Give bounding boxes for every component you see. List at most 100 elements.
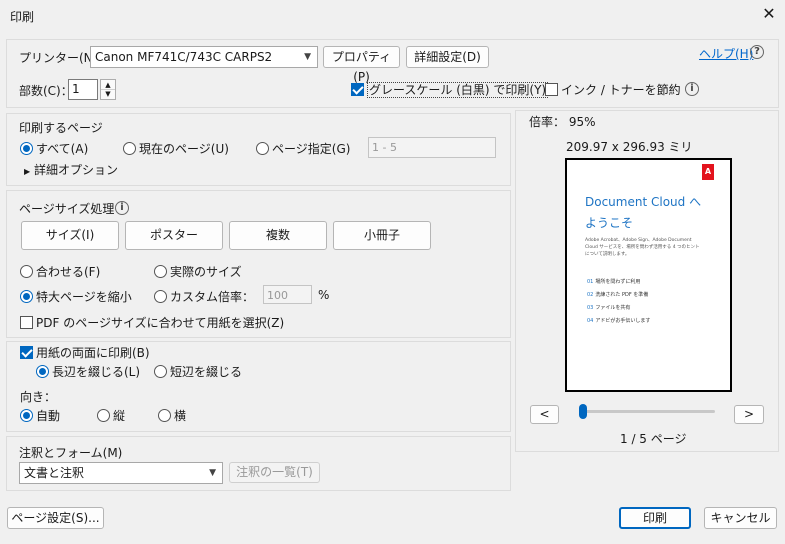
preview-scale: 倍率： 95% xyxy=(529,115,596,129)
duplex-label: 用紙の両面に印刷(B) xyxy=(36,346,150,360)
grayscale-label: グレースケール (白黒) で印刷(Y) xyxy=(367,82,549,98)
radio-selected-icon[interactable] xyxy=(20,142,33,155)
more-options-toggle[interactable]: ▶ 詳細オプション xyxy=(24,161,118,178)
radio-icon[interactable] xyxy=(154,290,167,303)
info-icon[interactable]: i xyxy=(685,82,699,96)
close-icon[interactable]: ✕ xyxy=(758,3,780,25)
printer-select[interactable]: Canon MF741C/743C CARPS2 ▼ xyxy=(90,46,318,68)
preview-dimensions: 209.97 x 296.93 ミリ xyxy=(566,140,693,154)
doc-title-line1: Document Cloud へ xyxy=(585,195,702,209)
triangle-right-icon[interactable]: ▶ xyxy=(24,167,30,176)
adobe-logo-icon: A xyxy=(702,164,714,180)
multiple-button[interactable]: 複数 xyxy=(229,221,327,250)
radio-icon[interactable] xyxy=(97,409,110,422)
pages-current-label: 現在のページ(U) xyxy=(139,142,229,156)
pages-all-label: すべて(A) xyxy=(36,142,89,156)
info-icon[interactable]: i xyxy=(115,201,129,215)
comments-select[interactable]: 文書と注釈 ▼ xyxy=(19,462,223,484)
radio-icon[interactable] xyxy=(20,265,33,278)
booklet-button[interactable]: 小冊子 xyxy=(333,221,431,250)
auto-radio[interactable]: 自動 xyxy=(20,407,60,424)
doc-item: 02 洗練された PDF を準備 xyxy=(587,292,649,298)
radio-icon[interactable] xyxy=(154,265,167,278)
grayscale-check-icon[interactable] xyxy=(351,83,364,96)
orientation-heading: 向き： xyxy=(20,390,57,404)
next-page-button[interactable]: > xyxy=(734,405,764,424)
pages-current-radio[interactable]: 現在のページ(U) xyxy=(123,140,229,157)
duplex-check-icon[interactable] xyxy=(20,346,33,359)
save-ink-checkbox[interactable]: インク / トナーを節約 xyxy=(545,81,681,98)
properties-button[interactable]: プロパティ(P) xyxy=(323,46,400,84)
spin-down-icon[interactable]: ▼ xyxy=(101,90,115,99)
page-slider-thumb[interactable] xyxy=(579,404,587,419)
long-edge-radio[interactable]: 長辺を綴じる(L) xyxy=(36,363,140,380)
printer-select-value: Canon MF741C/743C CARPS2 xyxy=(95,50,273,64)
chevron-down-icon: ▼ xyxy=(304,52,311,62)
cancel-button[interactable]: キャンセル xyxy=(704,507,777,529)
doc-item: 01 場所を問わずに利用 xyxy=(587,279,641,285)
shrink-label: 特大ページを縮小 xyxy=(36,290,132,304)
pages-range-label: ページ指定(G) xyxy=(272,142,351,156)
fit-radio[interactable]: 合わせる(F) xyxy=(20,263,100,280)
doc-item: 04 アドビがお手伝いします xyxy=(587,318,651,324)
page-indicator: 1 / 5 ページ xyxy=(620,432,687,446)
page-size-heading: ページサイズ処理 xyxy=(19,202,115,216)
print-button[interactable]: 印刷 xyxy=(619,507,691,529)
page-setup-button[interactable]: ページ設定(S)... xyxy=(7,507,104,529)
long-edge-label: 長辺を綴じる(L) xyxy=(52,365,141,379)
radio-selected-icon[interactable] xyxy=(36,365,49,378)
short-edge-label: 短辺を綴じる xyxy=(170,365,243,379)
help-icon[interactable]: ? xyxy=(750,45,764,59)
copies-label: 部数(C)： xyxy=(19,84,73,98)
radio-icon[interactable] xyxy=(158,409,171,422)
portrait-label: 縦 xyxy=(113,409,126,423)
save-ink-label: インク / トナーを節約 xyxy=(561,83,681,97)
radio-icon[interactable] xyxy=(256,142,269,155)
comments-select-value: 文書と注釈 xyxy=(24,466,85,480)
portrait-radio[interactable]: 縦 xyxy=(97,407,125,424)
help-link[interactable]: ヘルプ(H) xyxy=(699,45,753,62)
chevron-down-icon: ▼ xyxy=(209,468,216,478)
custom-scale-radio[interactable]: カスタム倍率： xyxy=(154,288,254,305)
choose-paper-checkbox[interactable]: PDF のページサイズに合わせて用紙を選択(Z) xyxy=(20,314,284,331)
preview-page: A Document Cloud へ ようこそ Adobe Acrobat、Ad… xyxy=(565,158,732,392)
copies-spinner[interactable]: ▲ ▼ xyxy=(100,79,116,100)
radio-selected-icon[interactable] xyxy=(20,290,33,303)
radio-icon[interactable] xyxy=(154,365,167,378)
copies-input[interactable]: 1 xyxy=(68,79,98,100)
landscape-label: 横 xyxy=(174,409,187,423)
size-button[interactable]: サイズ(I) xyxy=(21,221,119,250)
more-options-label: 詳細オプション xyxy=(33,163,118,177)
save-ink-check-icon[interactable] xyxy=(545,83,558,96)
pages-all-radio[interactable]: すべて(A) xyxy=(20,140,88,157)
pages-range-radio[interactable]: ページ指定(G) xyxy=(256,140,350,157)
page-slider-track[interactable] xyxy=(579,404,715,419)
actual-size-radio[interactable]: 実際のサイズ xyxy=(154,263,242,280)
fit-label: 合わせる(F) xyxy=(36,265,101,279)
grayscale-checkbox[interactable]: グレースケール (白黒) で印刷(Y) xyxy=(351,81,549,98)
auto-label: 自動 xyxy=(36,409,61,423)
custom-scale-unit: % xyxy=(318,288,330,302)
choose-paper-check-icon[interactable] xyxy=(20,316,33,329)
landscape-radio[interactable]: 横 xyxy=(158,407,186,424)
page-range-input[interactable]: 1 - 5 xyxy=(368,137,496,158)
doc-item: 03 ファイルを共有 xyxy=(587,305,631,311)
doc-title-line2: ようこそ xyxy=(585,216,634,230)
duplex-checkbox[interactable]: 用紙の両面に印刷(B) xyxy=(20,344,150,361)
poster-button[interactable]: ポスター xyxy=(125,221,223,250)
comments-heading: 注釈とフォーム(M) xyxy=(19,446,123,460)
choose-paper-label: PDF のページサイズに合わせて用紙を選択(Z) xyxy=(36,316,285,330)
radio-selected-icon[interactable] xyxy=(20,409,33,422)
comment-summary-button[interactable]: 注釈の一覧(T) xyxy=(229,462,320,483)
custom-scale-label: カスタム倍率： xyxy=(170,290,255,304)
shrink-radio[interactable]: 特大ページを縮小 xyxy=(20,288,132,305)
window-title: 印刷 xyxy=(10,10,35,24)
short-edge-radio[interactable]: 短辺を綴じる xyxy=(154,363,242,380)
prev-page-button[interactable]: < xyxy=(530,405,559,424)
doc-intro: Adobe Acrobat、Adobe Sign、Adobe Document … xyxy=(585,238,700,257)
custom-scale-input[interactable]: 100 xyxy=(263,285,312,304)
spin-up-icon[interactable]: ▲ xyxy=(101,80,115,90)
actual-size-label: 実際のサイズ xyxy=(170,265,242,279)
advanced-button[interactable]: 詳細設定(D) xyxy=(406,46,489,68)
radio-icon[interactable] xyxy=(123,142,136,155)
